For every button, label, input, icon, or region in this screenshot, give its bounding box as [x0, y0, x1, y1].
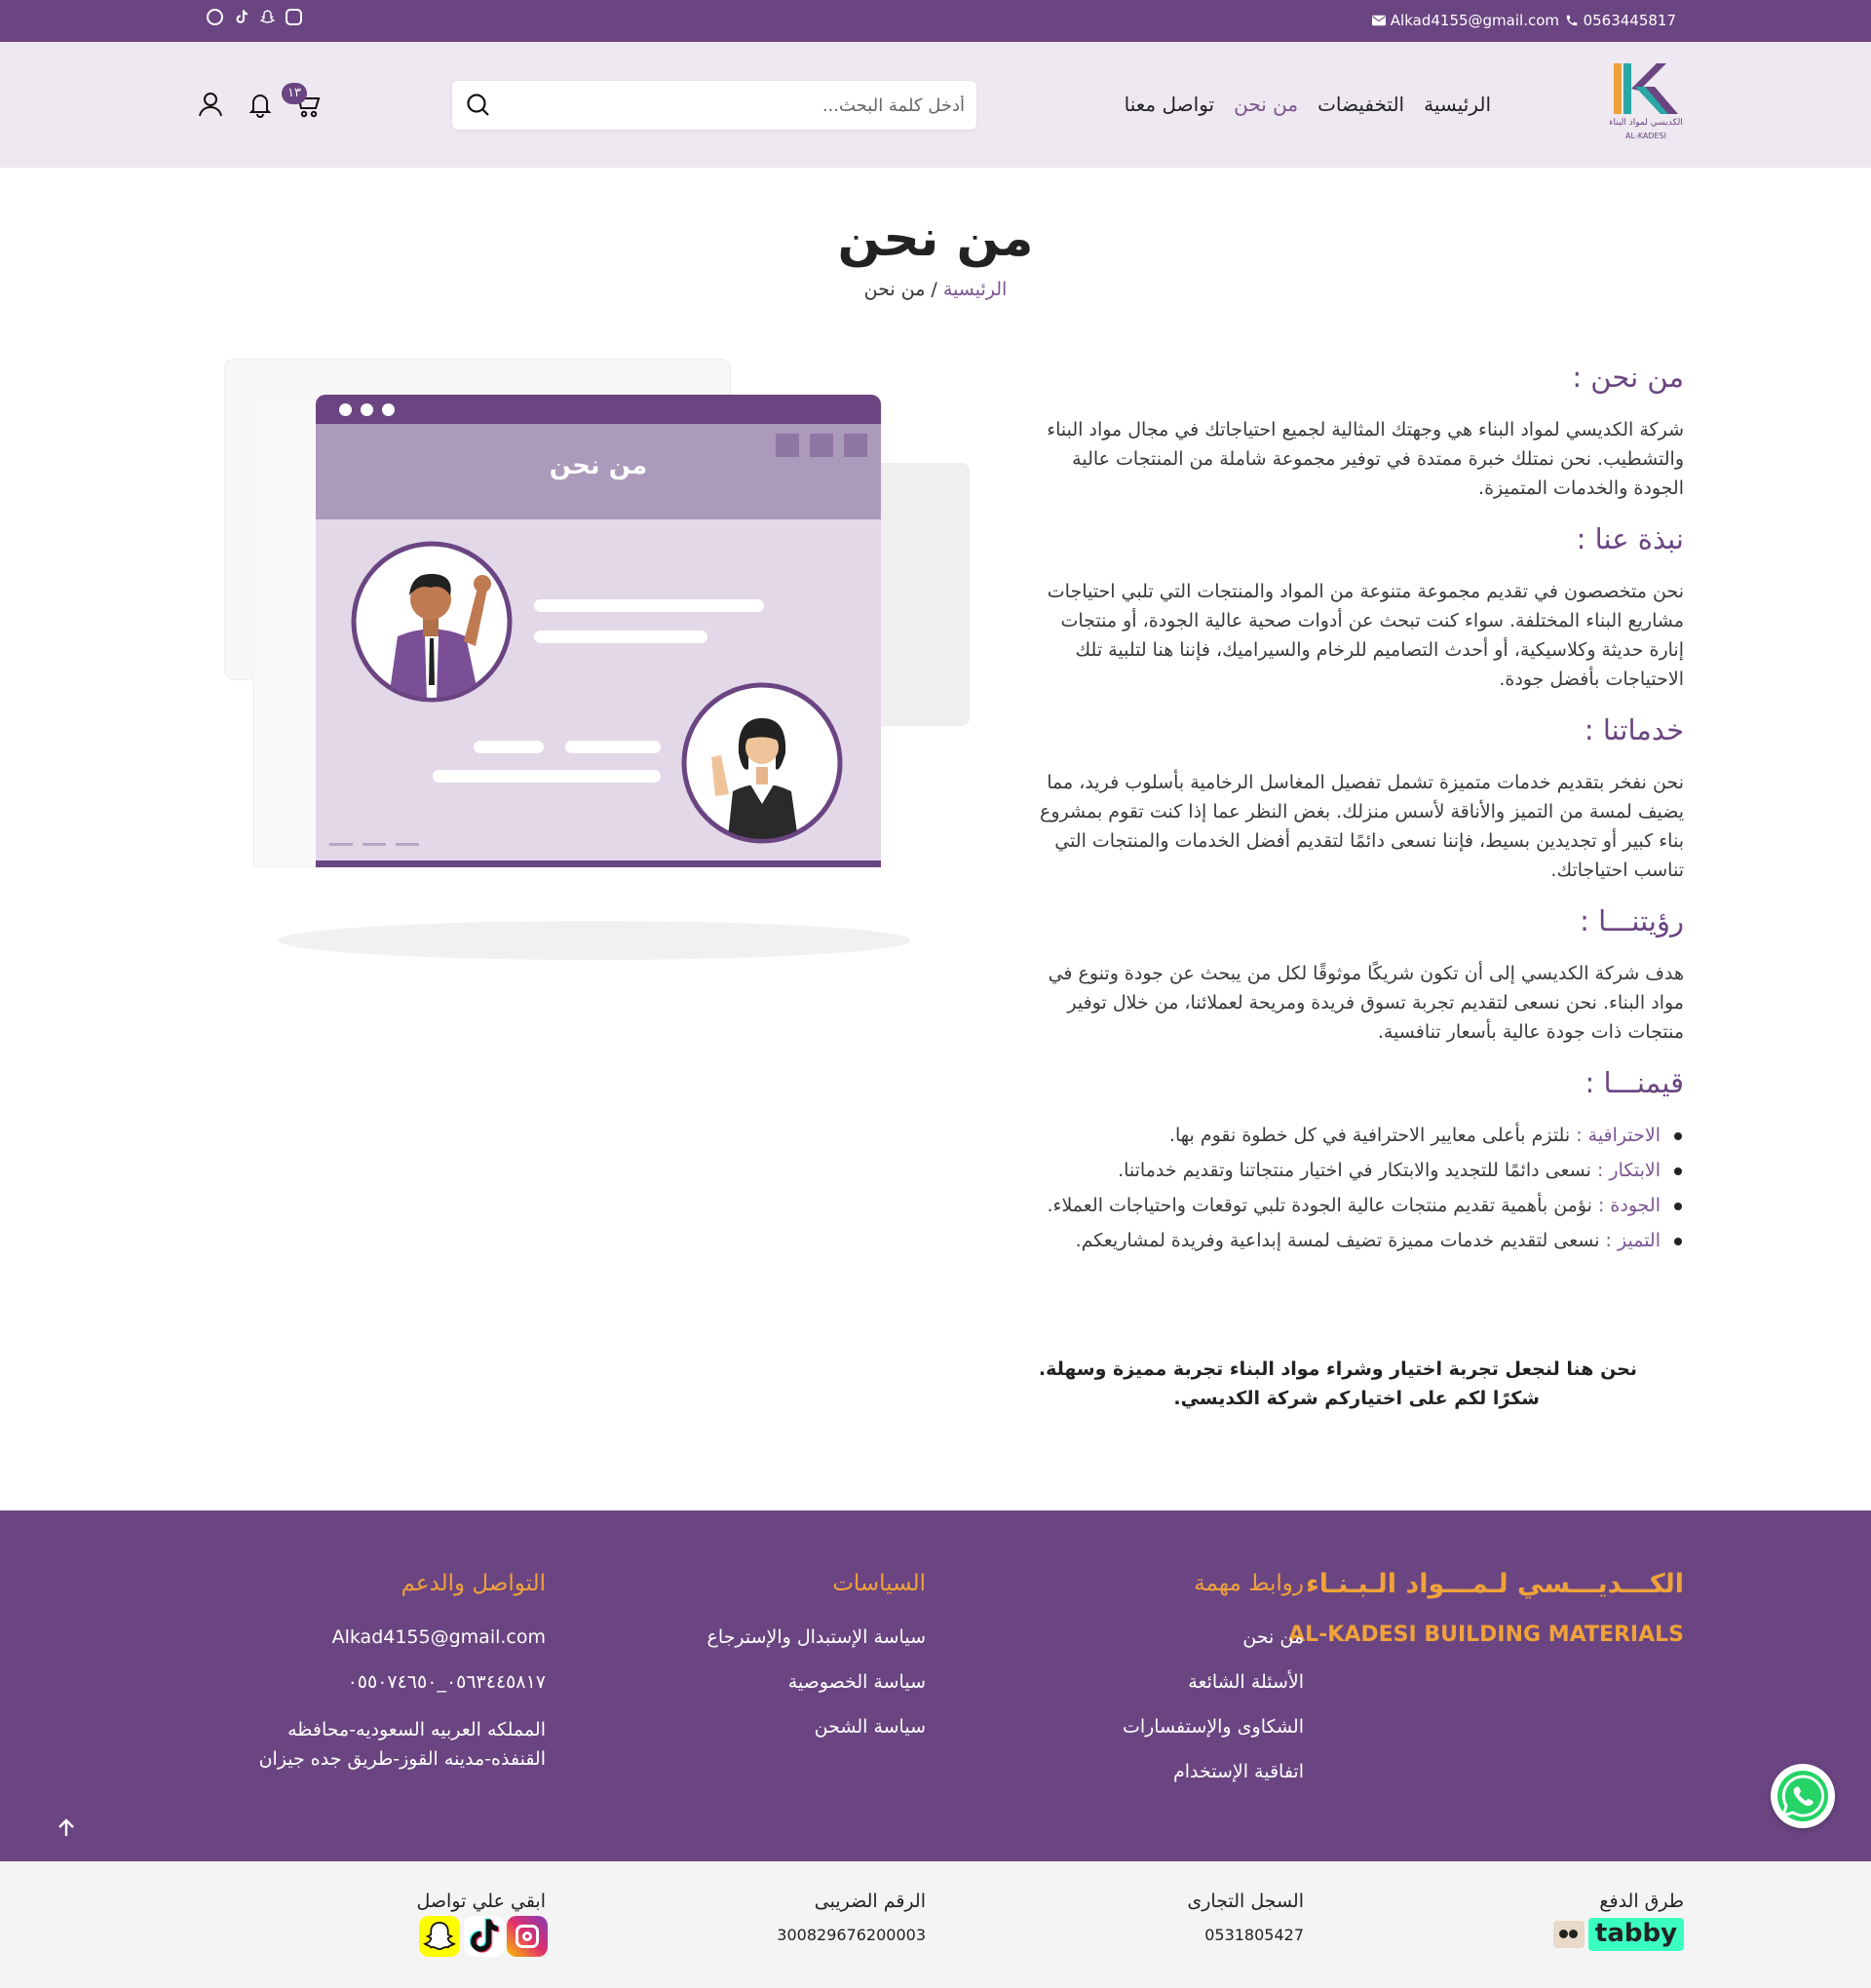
page-title: من نحن [837, 210, 1034, 268]
topbar-phone[interactable]: 0563445817 [1565, 12, 1676, 29]
main-nav: الرئيسية التخفيضات من نحن تواصل معنا [1125, 93, 1491, 116]
bell-icon[interactable] [245, 89, 276, 120]
site-footer: الكـــديـــسي لـمـــواد الـبـنـاء AL-KAD… [0, 1510, 1871, 1861]
footer-support-heading: التواصل والدعم [401, 1571, 546, 1596]
breadcrumb-separator: / [925, 279, 943, 300]
value-text: نسعى لتقديم خدمات مميزة تضيف لمسة إبداعي… [1075, 1230, 1606, 1251]
topbar-email-text: Alkad4155@gmail.com [1390, 12, 1559, 29]
nav-about[interactable]: من نحن [1234, 93, 1298, 116]
about-content: من نحن : شركة الكديسي لمواد البناء هي وج… [1033, 361, 1684, 1261]
footer-link-complaints[interactable]: الشكاوى والإستفسارات [1012, 1715, 1304, 1739]
snapchat-icon[interactable] [419, 1916, 460, 1957]
closing-line-1: نحن هنا لنجعل تجربة اختيار وشراء مواد ال… [1038, 1358, 1637, 1380]
services-heading: خدماتنا : [1584, 713, 1684, 746]
values-heading: قيمنـــا : [1585, 1066, 1684, 1099]
about-illustration: من نحن [185, 341, 1023, 965]
whatsapp-icon [1777, 1771, 1828, 1821]
footer-bottom-bar: طرق الدفع tabby السجل التجارى 0531805427… [0, 1861, 1871, 1988]
vision-heading: رؤيتنـــا : [1580, 904, 1684, 937]
illustration-window: من نحن [316, 395, 881, 867]
instagram-icon[interactable] [286, 9, 302, 25]
phone-icon [1566, 15, 1577, 26]
tabby-brand-text: tabby [1588, 1918, 1684, 1951]
vision-text: هدف شركة الكديسي إلى أن تكون شريكًا موثو… [1048, 963, 1684, 1043]
nav-offers[interactable]: التخفيضات [1317, 93, 1404, 116]
cr-value: 0531805427 [1204, 1926, 1304, 1944]
value-text: نلتزم بأعلى معايير الاحترافية في كل خطوة… [1168, 1125, 1577, 1146]
topbar-email[interactable]: Alkad4155@gmail.com [1371, 12, 1559, 29]
value-term: الاحترافية : [1576, 1125, 1661, 1146]
footer-brand-ar: الكـــديـــسي لـمـــواد الـبـنـاء [1305, 1569, 1684, 1599]
nav-contact[interactable]: تواصل معنا [1125, 93, 1214, 116]
footer-policy-shipping[interactable]: سياسة الشحن [614, 1715, 926, 1739]
payment-label: طرق الدفع [1599, 1891, 1684, 1912]
value-term: التميز : [1605, 1230, 1661, 1251]
cr-label: السجل التجارى [1187, 1891, 1304, 1912]
logo-text-ar: الكديسي لمواد البناء [1609, 118, 1683, 128]
list-item: الاحترافية : نلتزم بأعلى معايير الاحتراف… [1033, 1121, 1682, 1150]
stay-in-touch-label: ابقي علي تواصل [416, 1891, 546, 1912]
closing-message: نحن هنا لنجعل تجربة اختيار وشراء مواد ال… [1033, 1355, 1637, 1413]
about-text: شركة الكديسي لمواد البناء هي وجهتك المثا… [1047, 419, 1684, 499]
tabby-logo: tabby [1553, 1918, 1684, 1951]
envelope-icon [1371, 15, 1386, 26]
list-item: الجودة : نؤمن بأهمية تقديم منتجات عالية … [1033, 1191, 1682, 1220]
footer-link-faq[interactable]: الأسئلة الشائعة [1012, 1670, 1304, 1694]
commercial-register: السجل التجارى 0531805427 [1109, 1891, 1304, 1944]
list-item: التميز : نسعى لتقديم خدمات مميزة تضيف لم… [1033, 1226, 1682, 1255]
user-icon[interactable] [195, 89, 226, 120]
footer-link-terms[interactable]: اتفاقية الإستخدام [1012, 1760, 1304, 1783]
site-logo[interactable]: الكديسي لمواد البناء AL-KADESI [1606, 57, 1686, 155]
instagram-icon[interactable] [507, 1916, 548, 1957]
services-text: نحن نفخر بتقديم خدمات متميزة تشمل تفصيل … [1040, 772, 1684, 881]
topbar-phone-text: 0563445817 [1583, 12, 1676, 29]
footer-support-column: التواصل والدعم Alkad4155@gmail.com ٠٥٦٣٤… [224, 1571, 546, 1795]
footer-support-email[interactable]: Alkad4155@gmail.com [224, 1625, 546, 1649]
woman-avatar [681, 682, 843, 844]
breadcrumb-home[interactable]: الرئيسية [943, 279, 1007, 300]
value-text: نؤمن بأهمية تقديم منتجات عالية الجودة تل… [1047, 1195, 1598, 1216]
cart-count-badge: ١٣ [282, 83, 307, 104]
tax-label: الرقم الضريبى [814, 1891, 926, 1912]
topbar-socials [207, 9, 302, 25]
breadcrumb-current: من نحن [863, 279, 926, 300]
footer-policy-privacy[interactable]: سياسة الخصوصية [614, 1670, 926, 1694]
footer-policy-returns[interactable]: سياسة الإستبدال والإسترجاع [614, 1625, 926, 1649]
search-box [452, 81, 976, 130]
value-term: الابتكار : [1596, 1160, 1661, 1181]
footer-links-column: روابط مهمة من نحن الأسئلة الشائعة الشكاو… [1012, 1571, 1304, 1805]
tax-value: 300829676200003 [777, 1926, 926, 1944]
footer-links-heading: روابط مهمة [1194, 1571, 1304, 1596]
footer-policies-column: السياسات سياسة الإستبدال والإسترجاع سياس… [614, 1571, 926, 1760]
footer-support-phones[interactable]: ٠٥٦٣٤٤٥٨١٧_٠٥٥٠٧٤٦٥٠ [224, 1670, 546, 1694]
values-list: الاحترافية : نلتزم بأعلى معايير الاحتراف… [1033, 1121, 1684, 1255]
top-bar: 0563445817 Alkad4155@gmail.com [0, 0, 1871, 42]
logo-text-en: AL-KADESI [1625, 132, 1666, 140]
tax-number: الرقم الضريبى 300829676200003 [711, 1891, 926, 1944]
snapchat-icon[interactable] [259, 9, 276, 25]
whatsapp-icon[interactable] [207, 9, 223, 25]
footer-policies-heading: السياسات [832, 1571, 926, 1596]
closing-line-2: شكرًا لكم على اختياركم شركة الكديسي. [1173, 1388, 1540, 1409]
search-icon[interactable] [466, 93, 491, 118]
brief-text: نحن متخصصون في تقديم مجموعة متنوعة من ال… [1047, 581, 1684, 690]
breadcrumb: الرئيسية / من نحن [0, 279, 1871, 300]
man-avatar [351, 541, 513, 703]
whatsapp-float-button[interactable] [1771, 1764, 1835, 1828]
list-item: الابتكار : نسعى دائمًا للتجديد والابتكار… [1033, 1156, 1682, 1185]
search-input[interactable] [516, 81, 965, 130]
footer-brand-en: AL-KADESI BUILDING MATERIALS [1288, 1623, 1684, 1647]
footer-support-address: المملكه العربيه السعوديه-محافظه القنفذه-… [258, 1719, 546, 1770]
value-text: نسعى دائمًا للتجديد والابتكار في اختيار … [1118, 1160, 1597, 1181]
illustration-window-title: من نحن [549, 451, 648, 480]
site-header: الكديسي لمواد البناء AL-KADESI الرئيسية … [0, 42, 1871, 168]
brief-heading: نبذة عنا : [1576, 522, 1684, 555]
tiktok-icon[interactable] [233, 9, 249, 25]
footer-link-about[interactable]: من نحن [1012, 1625, 1304, 1649]
value-term: الجودة : [1597, 1195, 1661, 1216]
back-to-top-icon[interactable] [55, 1816, 78, 1840]
nav-home[interactable]: الرئيسية [1424, 93, 1491, 116]
about-heading: من نحن : [1572, 361, 1684, 394]
tiktok-icon[interactable] [464, 1916, 505, 1957]
